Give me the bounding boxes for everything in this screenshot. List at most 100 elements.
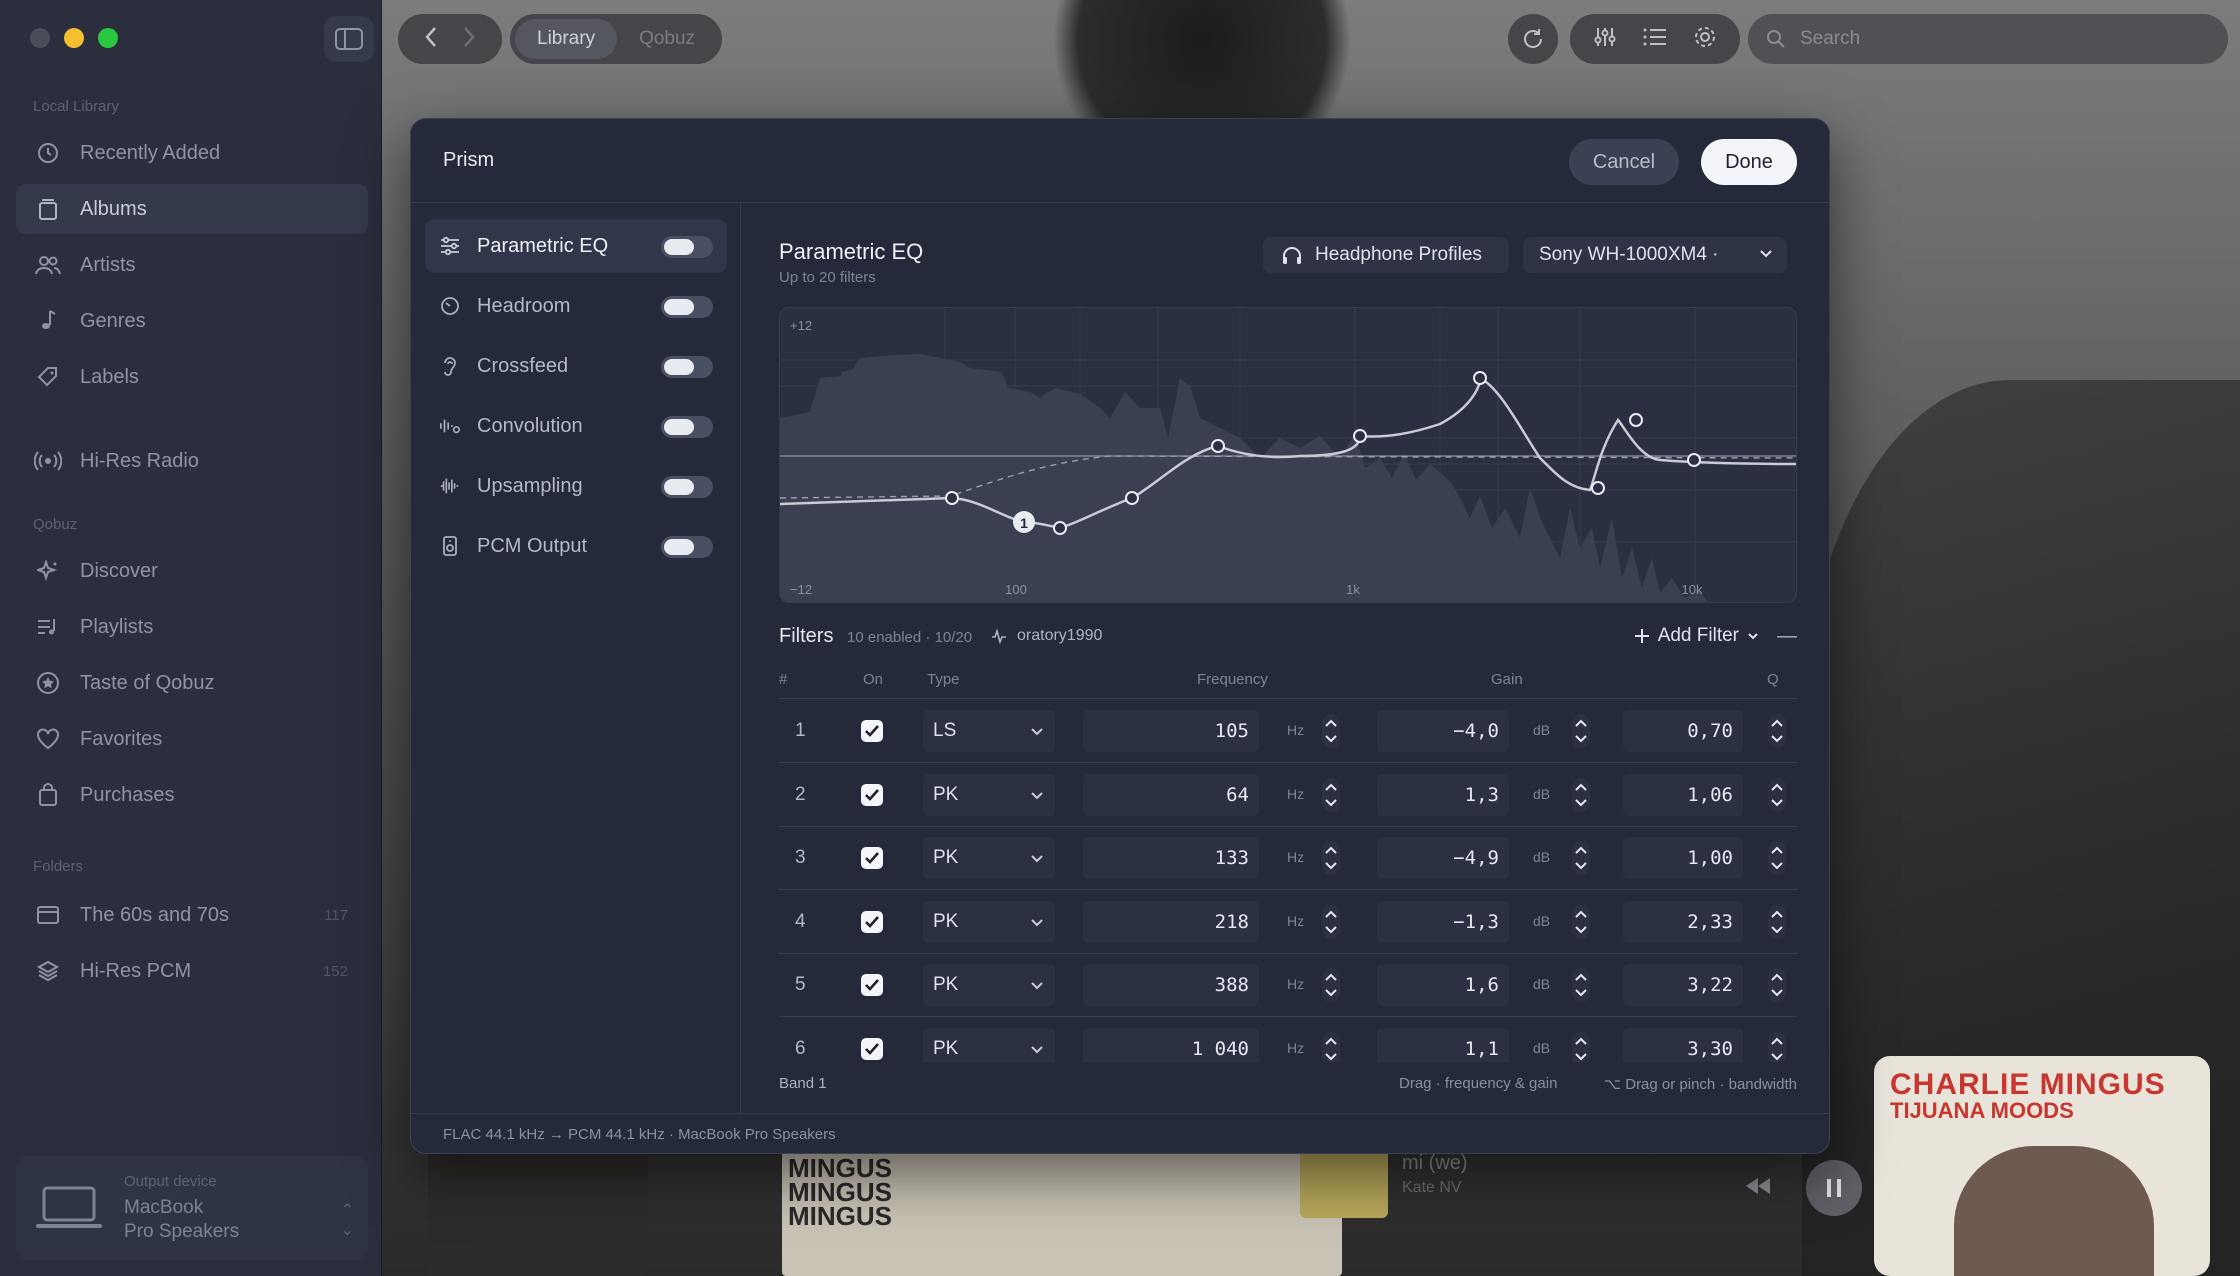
eq-band-handle[interactable] [1687,453,1701,467]
eq-band-handle[interactable] [1473,371,1487,385]
cancel-button[interactable]: Cancel [1569,139,1679,185]
q-input[interactable]: 1,00 [1623,837,1743,880]
sidebar-item-purchases[interactable]: Purchases [16,770,368,820]
filter-type-select[interactable]: PK [923,900,1055,943]
gain-input[interactable]: −4,9 [1377,837,1509,880]
filter-enabled-checkbox[interactable] [861,974,883,997]
queue-button[interactable] [1643,26,1667,53]
q-input[interactable]: 0,70 [1623,710,1743,752]
gain-input[interactable]: 1,3 [1377,773,1509,816]
sidebar-item-folder-60s-70s[interactable]: The 60s and 70s 117 [16,890,368,940]
gain-input[interactable]: −1,3 [1377,900,1509,943]
effect-toggle[interactable] [661,296,713,318]
q-input[interactable]: 2,33 [1623,900,1743,943]
effect-item-parametric-eq[interactable]: Parametric EQ [425,219,727,273]
frequency-stepper[interactable] [1319,839,1343,877]
equalizer-button[interactable] [1593,25,1617,54]
q-stepper[interactable] [1765,1030,1789,1062]
effect-item-convolution[interactable]: Convolution [425,399,727,453]
sidebar-item-genres[interactable]: Genres [16,296,368,346]
headphone-profile-select[interactable]: Sony WH-1000XM4 · [1523,237,1787,273]
eq-band-handle[interactable] [1211,439,1225,453]
filter-enabled-checkbox[interactable] [861,1038,883,1060]
rewind-button[interactable] [1744,1176,1772,1201]
filter-type-select[interactable]: PK [923,837,1055,880]
q-input[interactable]: 3,22 [1623,964,1743,1007]
sidebar-item-folder-hi-res-pcm[interactable]: Hi-Res PCM 152 [16,946,368,996]
filter-type-select[interactable]: LS [923,710,1055,752]
eq-band-handle[interactable] [1353,429,1367,443]
frequency-input[interactable]: 64 [1083,773,1259,816]
gain-stepper[interactable] [1569,776,1593,814]
effect-toggle[interactable] [661,236,713,258]
frequency-stepper[interactable] [1319,1030,1343,1062]
eq-band-handle[interactable] [1125,491,1139,505]
window-minimize-button[interactable] [64,28,84,48]
effect-toggle[interactable] [661,356,713,378]
gain-input[interactable]: 1,6 [1377,964,1509,1007]
settings-button[interactable] [1693,25,1717,54]
done-button[interactable]: Done [1701,139,1797,185]
effect-item-upsampling[interactable]: Upsampling [425,459,727,513]
gain-stepper[interactable] [1569,966,1593,1004]
filter-type-select[interactable]: PK [923,773,1055,816]
q-stepper[interactable] [1765,966,1789,1004]
gain-stepper[interactable] [1569,839,1593,877]
output-device-selector[interactable]: Output device MacBook Pro Speakers ⌃ ⌄ [16,1156,368,1260]
tab-qobuz[interactable]: Qobuz [617,19,717,59]
effect-item-crossfeed[interactable]: Crossfeed [425,339,727,393]
album-card-tijuana-moods[interactable]: CHARLIE MINGUS TIJUANA MOODS [1874,1056,2210,1276]
effect-toggle[interactable] [661,416,713,438]
headphone-profiles-button[interactable]: Headphone Profiles [1263,237,1509,273]
sidebar-item-hi-res-radio[interactable]: Hi-Res Radio [16,436,368,486]
refresh-button[interactable] [1508,14,1558,64]
search-input[interactable]: Search [1748,14,2228,64]
album-cover-1[interactable] [428,1150,648,1276]
eq-band-handle[interactable] [1629,413,1643,427]
filter-type-select[interactable]: PK [923,1028,1055,1062]
eq-band-handle[interactable] [1053,521,1067,535]
effect-toggle[interactable] [661,536,713,558]
q-stepper[interactable] [1765,839,1789,877]
frequency-stepper[interactable] [1319,776,1343,814]
sidebar-toggle-button[interactable] [324,16,374,62]
forward-button[interactable] [462,26,476,53]
effect-item-pcm-output[interactable]: PCM Output [425,519,727,573]
gain-input[interactable]: −4,0 [1377,710,1509,752]
album-cover-2[interactable]: MINGUS MINGUS MINGUS [782,1150,1342,1276]
frequency-stepper[interactable] [1319,903,1343,941]
window-zoom-button[interactable] [98,28,118,48]
sidebar-item-discover[interactable]: Discover [16,546,368,596]
gain-stepper[interactable] [1569,903,1593,941]
eq-band-handle[interactable] [945,491,959,505]
eq-band-handle[interactable] [1591,481,1605,495]
back-button[interactable] [424,26,438,53]
frequency-stepper[interactable] [1319,966,1343,1004]
window-close-button[interactable] [30,28,50,48]
sidebar-item-labels[interactable]: Labels [16,352,368,402]
sidebar-item-albums[interactable]: Albums [16,184,368,234]
q-stepper[interactable] [1765,712,1789,750]
eq-curve-plot[interactable]: 1 +12 −12 100 1k 10k [780,308,1797,603]
gain-stepper[interactable] [1569,712,1593,750]
q-input[interactable]: 3,30 [1623,1028,1743,1062]
frequency-input[interactable]: 1 040 [1083,1028,1259,1062]
pause-button[interactable] [1806,1160,1862,1216]
q-stepper[interactable] [1765,903,1789,941]
gain-input[interactable]: 1,1 [1377,1028,1509,1062]
filter-enabled-checkbox[interactable] [861,720,883,742]
filters-preset[interactable]: oratory1990 [991,627,1102,645]
frequency-stepper[interactable] [1319,712,1343,750]
collapse-filters-button[interactable]: — [1777,625,1797,648]
sidebar-item-recently-added[interactable]: Recently Added [16,128,368,178]
gain-stepper[interactable] [1569,1030,1593,1062]
filter-enabled-checkbox[interactable] [861,910,883,933]
filter-enabled-checkbox[interactable] [861,847,883,870]
frequency-input[interactable]: 133 [1083,837,1259,880]
add-filter-button[interactable]: Add Filter [1634,625,1759,647]
effect-item-headroom[interactable]: Headroom [425,279,727,333]
frequency-input[interactable]: 218 [1083,900,1259,943]
frequency-input[interactable]: 388 [1083,964,1259,1007]
eq-graph[interactable]: 1 +12 −12 100 1k 10k [779,307,1797,603]
filter-type-select[interactable]: PK [923,964,1055,1007]
